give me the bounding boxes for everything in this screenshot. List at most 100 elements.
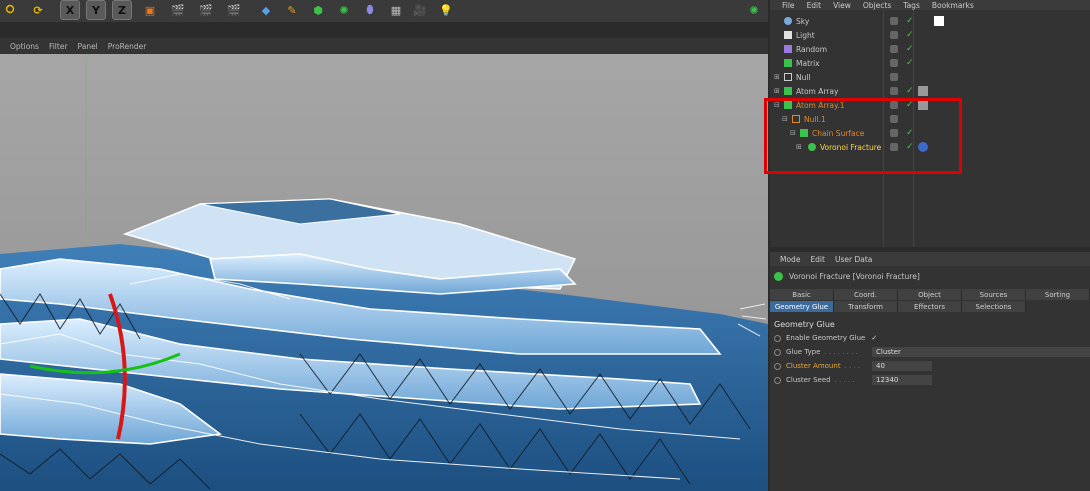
viewport-menu-prorender[interactable]: ProRender bbox=[108, 42, 147, 51]
menu-user-data[interactable]: User Data bbox=[835, 255, 872, 264]
viewport-menu-panel[interactable]: Panel bbox=[78, 42, 98, 51]
glue-type-select[interactable]: Cluster bbox=[872, 347, 1090, 357]
object-name: Matrix bbox=[796, 58, 820, 68]
subdivision-icon[interactable]: ⬢ bbox=[308, 0, 328, 20]
tab-sorting[interactable]: Sorting bbox=[1026, 289, 1090, 300]
object-name: Atom Array bbox=[796, 86, 839, 96]
cluster-seed-field[interactable]: 12340 bbox=[872, 375, 932, 385]
cluster-seed-label: Cluster Seed bbox=[786, 376, 831, 384]
menu-tags[interactable]: Tags bbox=[903, 1, 920, 10]
x-axis-button[interactable]: X bbox=[60, 0, 80, 20]
z-axis-button[interactable]: Z bbox=[112, 0, 132, 20]
viewport-settings-icon[interactable]: ✺ bbox=[744, 0, 764, 20]
enable-geometry-glue-row: Enable Geometry Glue ✓ bbox=[774, 332, 877, 344]
enable-geometry-glue-label: Enable Geometry Glue bbox=[786, 334, 866, 342]
tab-selections[interactable]: Selections bbox=[962, 301, 1026, 312]
viewport-menu-filter[interactable]: Filter bbox=[49, 42, 68, 51]
object-row-sky[interactable]: Sky ✓ bbox=[770, 14, 1090, 28]
material-tag-icon[interactable] bbox=[918, 86, 928, 96]
attribute-manager: Mode Edit User Data Voronoi Fracture [Vo… bbox=[770, 252, 1090, 491]
null-icon bbox=[784, 73, 792, 81]
material-tag-icon[interactable] bbox=[934, 16, 944, 26]
tab-coord[interactable]: Coord. bbox=[834, 289, 898, 300]
object-row-light[interactable]: Light ✓ bbox=[770, 28, 1090, 42]
object-name: Null bbox=[796, 72, 811, 82]
menu-file[interactable]: File bbox=[782, 1, 795, 10]
object-name: Light bbox=[796, 30, 815, 40]
visibility-dot[interactable] bbox=[890, 73, 898, 81]
cluster-amount-label: Cluster Amount bbox=[786, 362, 841, 370]
cluster-amount-row: Cluster Amount . . . . bbox=[774, 360, 860, 372]
object-title-text: Voronoi Fracture [Voronoi Fracture] bbox=[789, 272, 920, 281]
deformer-icon[interactable]: ⬮ bbox=[360, 0, 380, 20]
object-row-matrix[interactable]: Matrix ✓ bbox=[770, 56, 1090, 70]
object-row-random[interactable]: Random ✓ bbox=[770, 42, 1090, 56]
enabled-check-icon[interactable]: ✓ bbox=[906, 16, 914, 26]
render-view-icon[interactable]: 🎬 bbox=[168, 0, 188, 20]
expand-icon[interactable]: ⊞ bbox=[774, 73, 780, 81]
light-icon[interactable]: 💡 bbox=[436, 0, 456, 20]
tab-basic[interactable]: Basic bbox=[770, 289, 834, 300]
object-name: Random bbox=[796, 44, 828, 54]
coordinate-system-icon[interactable]: ▣ bbox=[140, 0, 160, 20]
render-settings-icon[interactable]: 🎬 bbox=[224, 0, 244, 20]
glue-type-label: Glue Type bbox=[786, 348, 821, 356]
animation-bullet-icon[interactable] bbox=[774, 362, 781, 370]
light-object-icon bbox=[784, 31, 792, 39]
atom-array-icon bbox=[784, 87, 792, 95]
enabled-check-icon[interactable]: ✓ bbox=[906, 58, 914, 68]
matrix-icon bbox=[784, 59, 792, 67]
enabled-check-icon[interactable]: ✓ bbox=[906, 86, 914, 96]
3d-viewport[interactable] bbox=[0, 54, 768, 491]
object-title: Voronoi Fracture [Voronoi Fracture] bbox=[774, 272, 920, 281]
visibility-dot[interactable] bbox=[890, 59, 898, 67]
render-region-icon[interactable]: ⭘ bbox=[0, 0, 20, 20]
annotation-highlight-box bbox=[764, 98, 962, 174]
object-name: Sky bbox=[796, 16, 810, 26]
menu-objects[interactable]: Objects bbox=[863, 1, 891, 10]
voronoi-mesh-render bbox=[0, 54, 768, 491]
enabled-check-icon[interactable]: ✓ bbox=[906, 44, 914, 54]
animation-bullet-icon[interactable] bbox=[774, 376, 781, 384]
cluster-amount-field[interactable]: 40 bbox=[872, 361, 932, 371]
visibility-dot[interactable] bbox=[890, 31, 898, 39]
tab-sources[interactable]: Sources bbox=[962, 289, 1026, 300]
animation-bullet-icon[interactable] bbox=[774, 334, 781, 342]
glue-type-row: Glue Type . . . . . . . . bbox=[774, 346, 858, 358]
menu-mode[interactable]: Mode bbox=[780, 255, 800, 264]
tab-object[interactable]: Object bbox=[898, 289, 962, 300]
sky-icon bbox=[784, 17, 792, 25]
tab-transform[interactable]: Transform bbox=[834, 301, 898, 312]
attribute-manager-menu: Mode Edit User Data bbox=[770, 252, 1090, 266]
menu-bookmarks[interactable]: Bookmarks bbox=[932, 1, 974, 10]
visibility-dot[interactable] bbox=[890, 17, 898, 25]
enable-geometry-glue-checkbox[interactable]: ✓ bbox=[871, 334, 877, 342]
viewport-menu-bar: Options Filter Panel ProRender bbox=[0, 38, 768, 54]
tab-geometry-glue[interactable]: Geometry Glue bbox=[770, 301, 834, 312]
menu-edit[interactable]: Edit bbox=[810, 255, 825, 264]
expand-icon[interactable]: ⊞ bbox=[774, 87, 780, 95]
random-effector-icon bbox=[784, 45, 792, 53]
render-picture-viewer-icon[interactable]: 🎬 bbox=[196, 0, 216, 20]
visibility-dot[interactable] bbox=[890, 87, 898, 95]
mograph-icon[interactable]: ✺ bbox=[334, 0, 354, 20]
floor-icon[interactable]: ▦ bbox=[386, 0, 406, 20]
camera-icon[interactable]: 🎥 bbox=[410, 0, 430, 20]
animation-bullet-icon[interactable] bbox=[774, 348, 781, 356]
voronoi-fracture-icon bbox=[774, 272, 783, 281]
object-row-null[interactable]: ⊞ Null bbox=[770, 70, 1090, 84]
rotate-icon[interactable]: ⟳ bbox=[28, 0, 48, 20]
object-manager-menu: File Edit View Objects Tags Bookmarks bbox=[770, 0, 1090, 10]
pen-icon[interactable]: ✎ bbox=[282, 0, 302, 20]
enabled-check-icon[interactable]: ✓ bbox=[906, 30, 914, 40]
menu-edit[interactable]: Edit bbox=[807, 1, 822, 10]
visibility-dot[interactable] bbox=[890, 45, 898, 53]
viewport-menu-options[interactable]: Options bbox=[10, 42, 39, 51]
object-row-atom-array[interactable]: ⊞ Atom Array ✓ bbox=[770, 84, 1090, 98]
y-axis-button[interactable]: Y bbox=[86, 0, 106, 20]
main-toolbar: ⭘ ⟳ X Y Z ▣ 🎬 🎬 🎬 ◆ ✎ ⬢ ✺ ⬮ ▦ 🎥 💡 ✺ bbox=[0, 0, 768, 22]
cube-icon[interactable]: ◆ bbox=[256, 0, 276, 20]
menu-view[interactable]: View bbox=[833, 1, 851, 10]
tab-effectors[interactable]: Effectors bbox=[898, 301, 962, 312]
section-title: Geometry Glue bbox=[774, 320, 835, 329]
